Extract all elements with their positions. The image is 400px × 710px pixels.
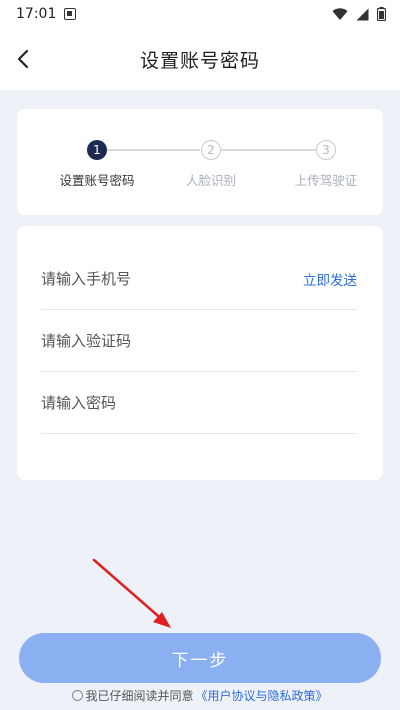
step-2-number: 2 [207, 143, 215, 157]
step-3-number: 3 [322, 143, 330, 157]
agreement-link[interactable]: 《用户协议与隐私政策》 [196, 687, 328, 704]
step-3-indicator: 3 [316, 140, 336, 160]
password-input[interactable] [41, 393, 271, 412]
wifi-icon [332, 7, 348, 20]
next-step-button[interactable]: 下一步 [19, 633, 381, 683]
form-card: 立即发送 [17, 226, 383, 480]
agreement-checkbox[interactable] [72, 690, 84, 701]
signal-icon [356, 8, 369, 20]
status-time: 17:01 [16, 6, 57, 22]
code-field-row [41, 310, 357, 372]
status-right [332, 7, 386, 21]
password-field-row [41, 372, 357, 434]
step-3-label: 上传驾驶证 [294, 173, 358, 188]
send-code-button[interactable]: 立即发送 [303, 269, 357, 289]
app-notification-icon [64, 8, 77, 20]
page-title: 设置账号密码 [139, 50, 260, 72]
step-1-label: 设置账号密码 [59, 173, 135, 188]
battery-icon [377, 7, 386, 21]
verification-code-input[interactable] [41, 331, 271, 350]
agreement-prefix: 我已仔细阅读并同意 [85, 689, 194, 703]
step-2-indicator: 2 [201, 140, 221, 160]
step-1-indicator: 1 [87, 140, 107, 160]
step-1-number: 1 [93, 143, 101, 157]
phone-input[interactable] [41, 269, 271, 288]
agreement-row: 我已仔细阅读并同意 《用户协议与隐私政策》 [0, 687, 400, 704]
steps-card: 1 设置账号密码 2 人脸识别 3 上传驾驶证 [17, 109, 383, 215]
phone-field-row: 立即发送 [41, 248, 357, 310]
nav-bar: 设置账号密码 [0, 28, 400, 90]
step-connector-1 [107, 149, 200, 151]
step-connector-2 [221, 149, 316, 151]
status-left: 17:01 [16, 6, 77, 22]
status-bar: 17:01 [0, 0, 400, 28]
step-2-label: 人脸识别 [185, 173, 236, 188]
